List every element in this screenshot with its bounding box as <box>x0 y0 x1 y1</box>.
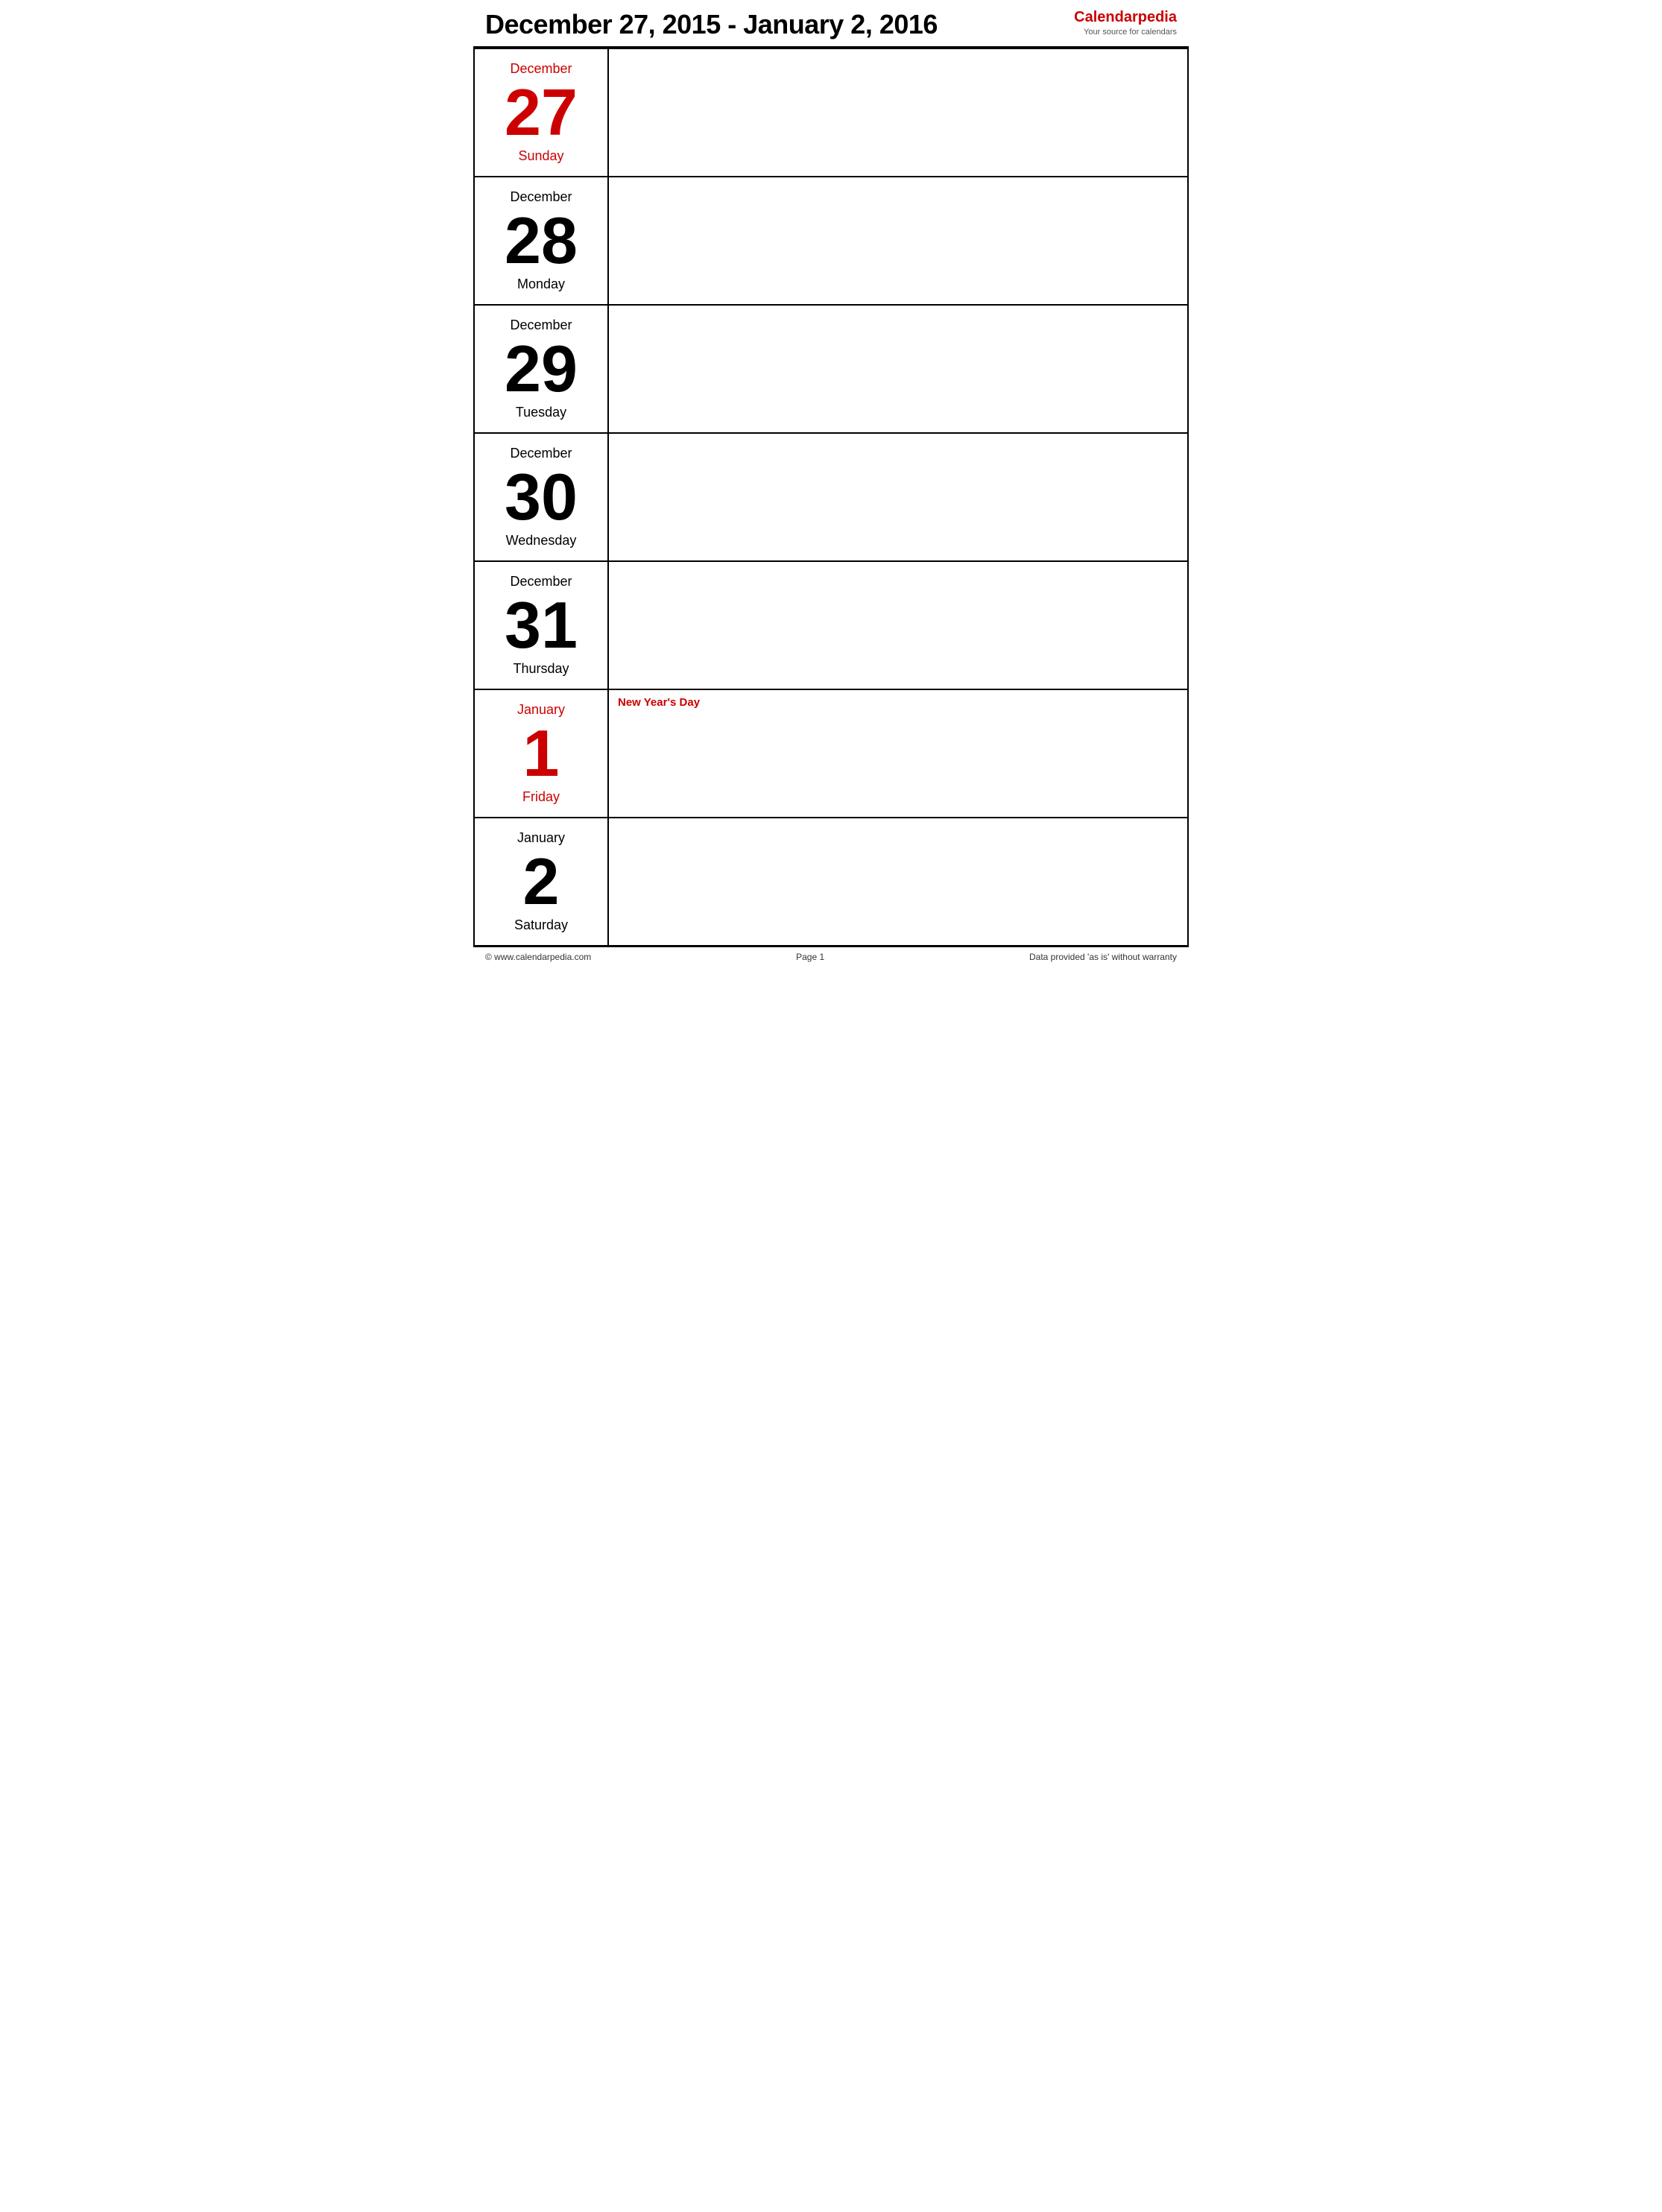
day-weekday: Saturday <box>514 917 568 933</box>
footer-page: Page 1 <box>796 952 824 962</box>
footer-copyright: © www.calendarpedia.com <box>485 952 591 962</box>
day-label: January 1 Friday <box>475 690 609 817</box>
page-header: December 27, 2015 - January 2, 2016 Cale… <box>473 0 1189 48</box>
day-row: January 1 Friday New Year's Day <box>475 689 1187 817</box>
day-month: January <box>517 830 565 846</box>
day-content: New Year's Day <box>609 690 1187 817</box>
logo-tagline: Your source for calendars <box>1074 28 1177 37</box>
day-row: December 29 Tuesday <box>475 304 1187 432</box>
page-title: December 27, 2015 - January 2, 2016 <box>485 9 938 40</box>
day-content <box>609 49 1187 176</box>
day-month: December <box>510 189 572 205</box>
day-number: 30 <box>505 464 578 530</box>
day-number: 31 <box>505 592 578 658</box>
day-weekday: Thursday <box>513 661 569 677</box>
day-month: December <box>510 574 572 590</box>
logo-area: Calendarpedia Your source for calendars <box>1074 9 1177 37</box>
day-content <box>609 434 1187 560</box>
day-content <box>609 306 1187 432</box>
day-month: December <box>510 317 572 333</box>
day-number: 2 <box>523 849 560 914</box>
day-month: January <box>517 702 565 718</box>
logo-pedia-text: pedia <box>1138 9 1177 25</box>
day-weekday: Friday <box>522 789 560 805</box>
holiday-label: New Year's Day <box>618 696 1178 709</box>
day-content <box>609 177 1187 304</box>
day-content <box>609 562 1187 689</box>
day-label: December 30 Wednesday <box>475 434 609 560</box>
day-month: December <box>510 446 572 461</box>
day-number: 27 <box>505 80 578 145</box>
day-label: December 27 Sunday <box>475 49 609 176</box>
calendar-grid: December27SundayDecember28MondayDecember… <box>473 48 1189 947</box>
day-label: December 31 Thursday <box>475 562 609 689</box>
day-content <box>609 818 1187 945</box>
day-month: December <box>510 61 572 77</box>
day-row: December 28 Monday <box>475 176 1187 304</box>
day-weekday: Monday <box>517 276 565 292</box>
day-row: December 31 Thursday <box>475 560 1187 689</box>
day-weekday: Wednesday <box>506 533 577 549</box>
day-number: 1 <box>523 721 560 786</box>
logo-calendar-text: Calendar <box>1074 9 1138 25</box>
day-label: December 29 Tuesday <box>475 306 609 432</box>
day-weekday: Tuesday <box>516 405 566 420</box>
calendar-page: December 27, 2015 - January 2, 2016 Cale… <box>473 0 1189 967</box>
day-row: December 30 Wednesday <box>475 432 1187 560</box>
logo: Calendarpedia <box>1074 9 1177 26</box>
day-label: January 2 Saturday <box>475 818 609 945</box>
day-number: 29 <box>505 336 578 402</box>
page-footer: © www.calendarpedia.com Page 1 Data prov… <box>473 947 1189 967</box>
day-row: December 27 Sunday <box>475 48 1187 176</box>
day-label: December 28 Monday <box>475 177 609 304</box>
day-row: January 2 Saturday <box>475 817 1187 945</box>
footer-disclaimer: Data provided 'as is' without warranty <box>1029 952 1177 962</box>
day-number: 28 <box>505 208 578 274</box>
day-weekday: Sunday <box>518 148 563 164</box>
